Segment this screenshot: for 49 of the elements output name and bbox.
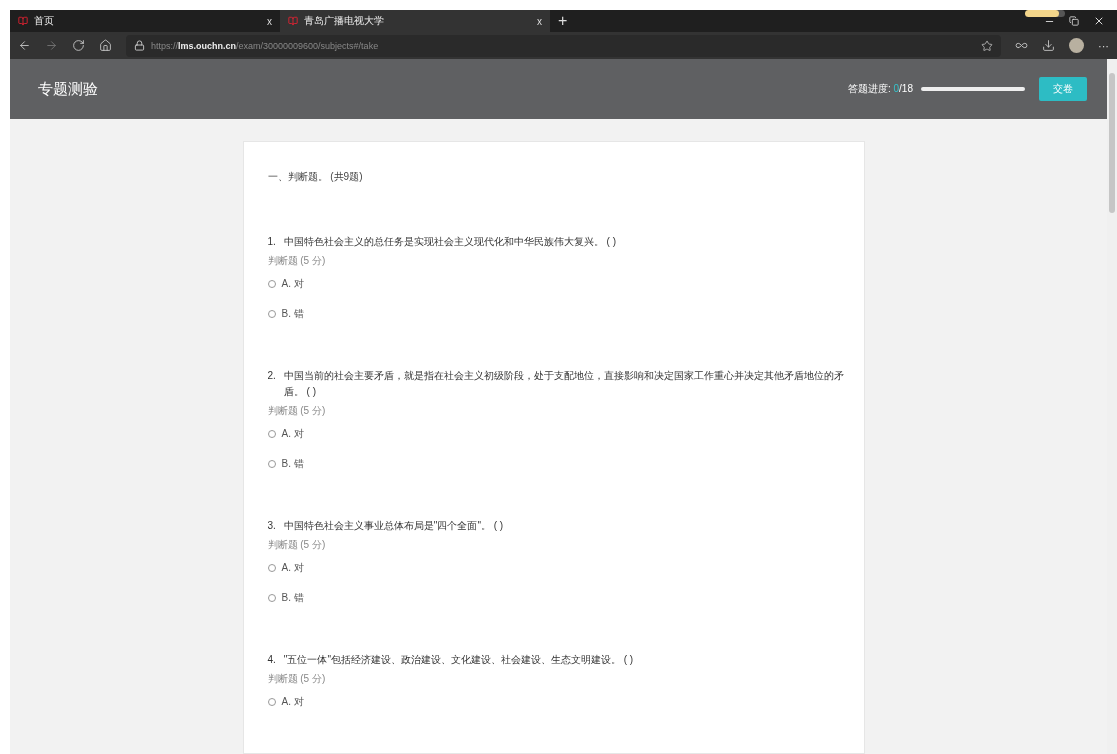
question-type: 判断题 (5 分): [267, 538, 327, 552]
question-text: "五位一体"包括经济建设、政治建设、文化建设、社会建设、生态文明建设。 ( ): [283, 653, 634, 667]
back-icon[interactable]: [18, 39, 31, 52]
question-number: 3.: [267, 519, 276, 533]
address-bar[interactable]: https://lms.ouchn.cn/exam/30000009600/subjects#/take: [126, 34, 1001, 57]
site-icon: [18, 16, 28, 26]
question-type: 判断题 (5 分): [267, 404, 327, 418]
radio-button[interactable]: [267, 430, 276, 438]
new-tab-button[interactable]: +: [550, 12, 576, 30]
forward-icon[interactable]: [45, 39, 58, 52]
section-title: 一、判断题。 (共9题): [267, 170, 364, 184]
tab-close-button[interactable]: x: [267, 15, 272, 27]
page-title: 专题测验: [38, 79, 98, 99]
lock-icon: [134, 40, 145, 51]
tab-close-button[interactable]: x: [537, 15, 542, 27]
question-number: 4.: [267, 653, 276, 667]
radio-button[interactable]: [267, 564, 276, 572]
more-menu-button[interactable]: ···: [1098, 39, 1109, 52]
option-label[interactable]: A. 对: [281, 277, 304, 291]
question-text: 中国特色社会主义的总任务是实现社会主义现代化和中华民族伟大复兴。 ( ): [283, 235, 617, 249]
radio-button[interactable]: [267, 460, 276, 468]
restore-icon[interactable]: [1069, 16, 1079, 26]
radio-button[interactable]: [267, 594, 276, 602]
question-type: 判断题 (5 分): [267, 254, 327, 268]
option-label[interactable]: B. 错: [281, 307, 304, 321]
question-text: 中国当前的社会主要矛盾，就是指在社会主义初级阶段，处于支配地位，直接影响和决定国家工作重心并决定其他矛盾地位的矛盾。 ( ): [283, 369, 845, 399]
radio-button[interactable]: [267, 698, 276, 706]
reload-icon[interactable]: [72, 39, 85, 52]
option-label[interactable]: B. 错: [281, 457, 304, 471]
radio-button[interactable]: [267, 310, 276, 318]
scrollbar[interactable]: [1107, 59, 1117, 754]
close-icon[interactable]: [1093, 15, 1105, 27]
question-number: 2.: [267, 369, 276, 383]
site-icon: [288, 16, 298, 26]
option-label[interactable]: A. 对: [281, 561, 304, 575]
radio-button[interactable]: [267, 280, 276, 288]
question-type: 判断题 (5 分): [267, 672, 327, 686]
option-label[interactable]: A. 对: [281, 427, 304, 441]
favorite-star-icon[interactable]: [981, 39, 993, 52]
download-icon[interactable]: [1042, 39, 1055, 52]
option-label[interactable]: A. 对: [281, 695, 304, 709]
home-icon[interactable]: [99, 39, 112, 52]
profile-avatar[interactable]: [1069, 38, 1084, 53]
question-number: 1.: [267, 235, 276, 249]
scroll-thumb[interactable]: [1109, 73, 1115, 213]
question-text: 中国特色社会主义事业总体布局是"四个全面"。 ( ): [283, 519, 504, 533]
progress-label: 答题进度: 0/18: [847, 82, 913, 96]
option-label[interactable]: B. 错: [281, 591, 304, 605]
browser-tab[interactable]: 青岛广播电视大学 x: [280, 10, 550, 32]
